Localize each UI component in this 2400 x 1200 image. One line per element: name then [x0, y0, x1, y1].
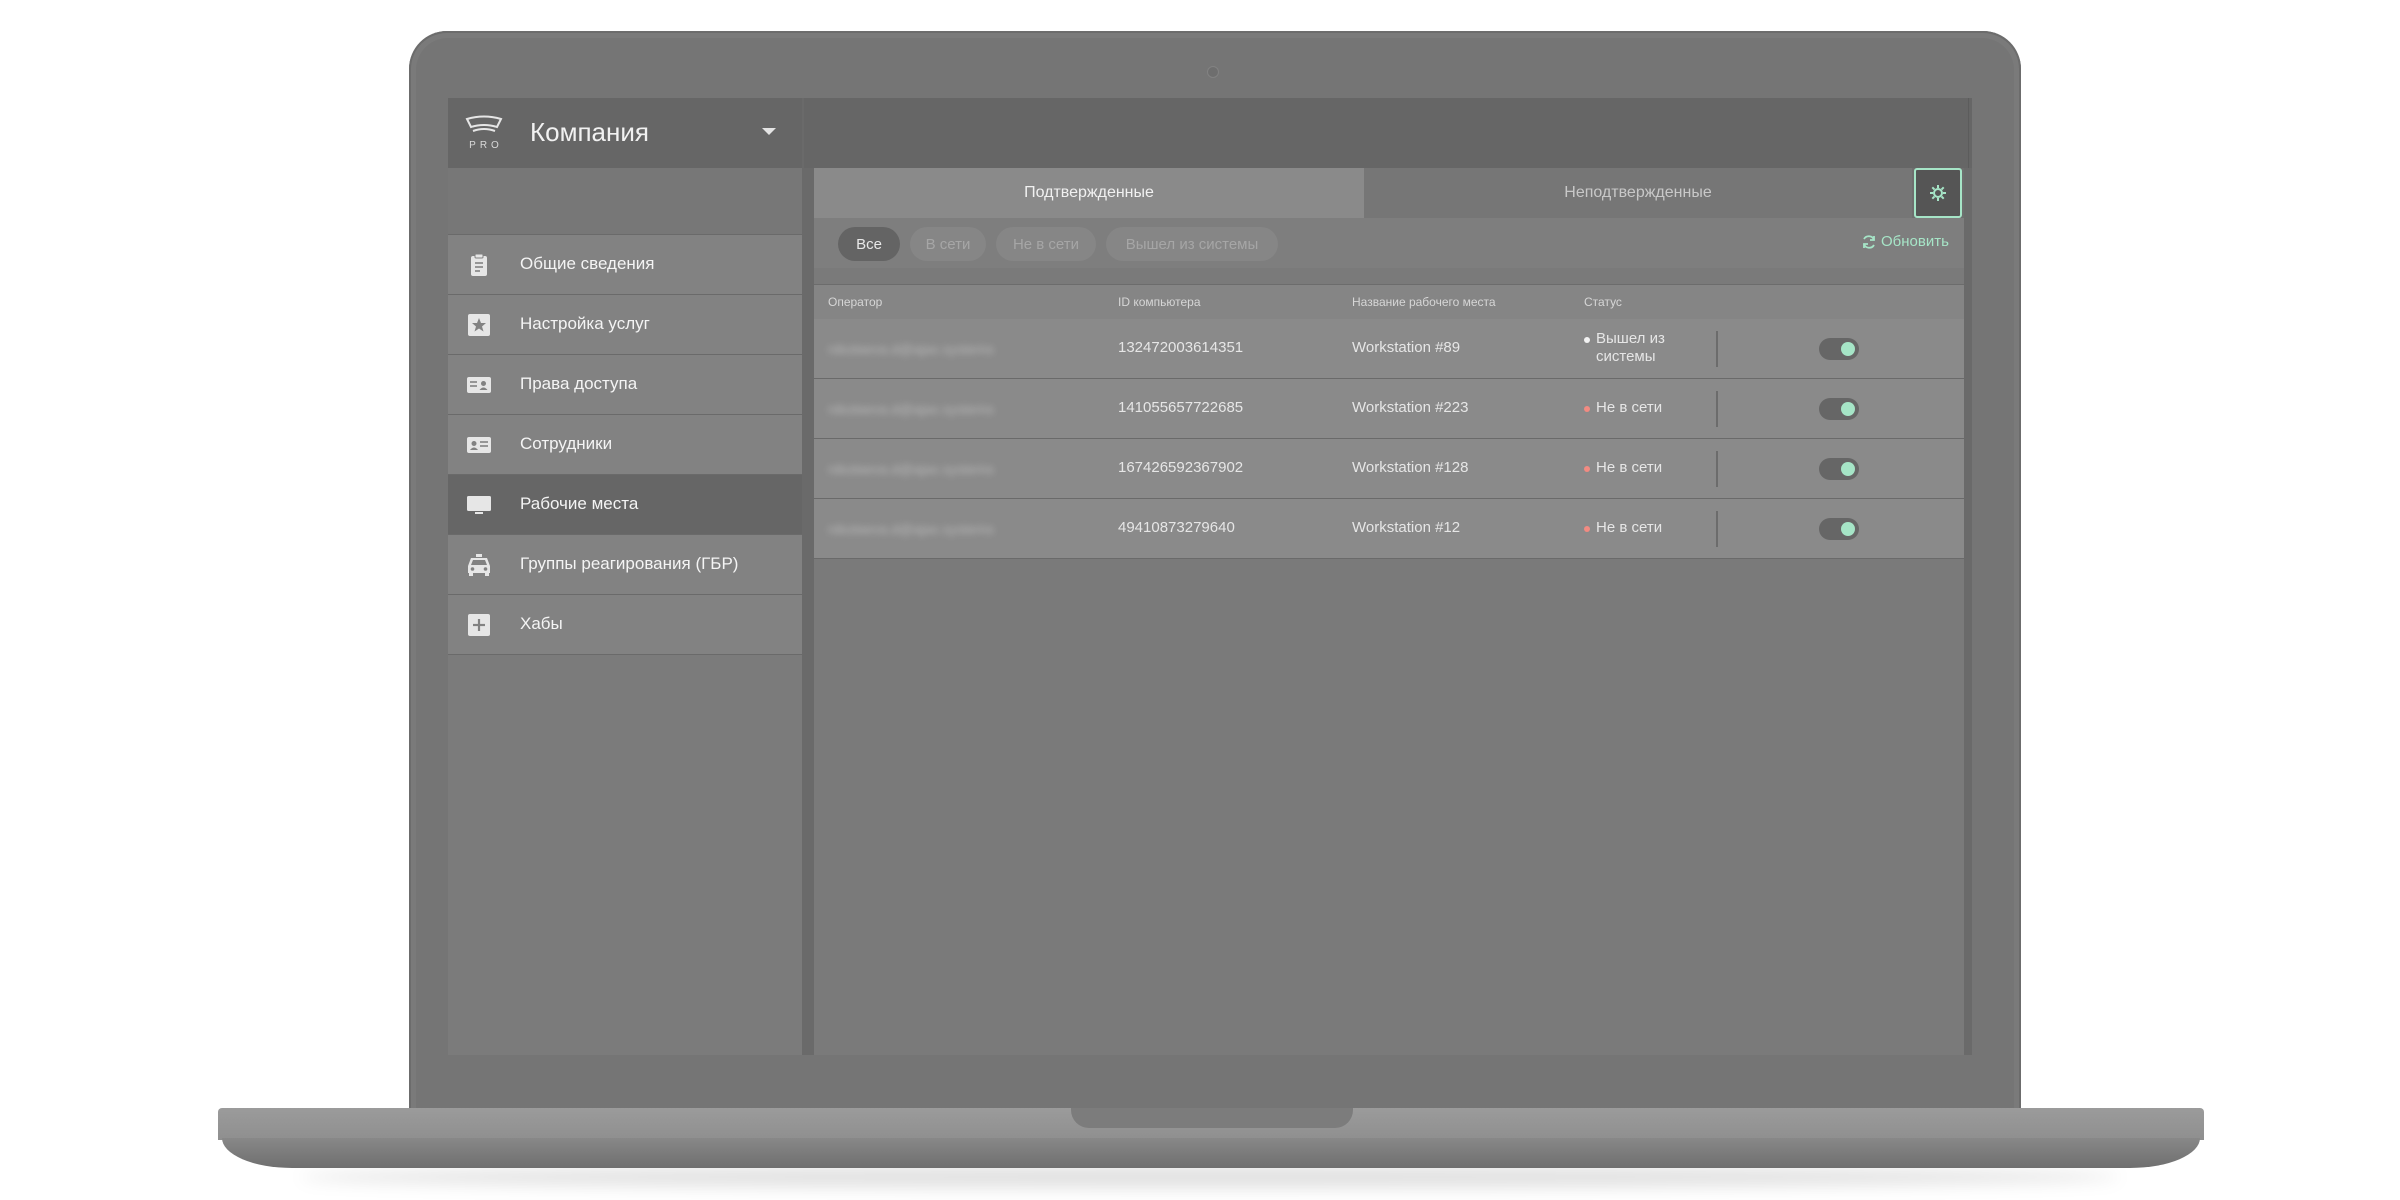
car-icon [466, 552, 492, 578]
operator-email: nikolaeva.d@ajax.systems [828, 401, 994, 417]
sidebar-item-7[interactable]: Хабы [448, 594, 802, 655]
laptop-notch [1071, 1108, 1353, 1128]
sidebar-item-3[interactable]: Права доступа [448, 354, 802, 414]
tab-confirmed[interactable]: Подтвержденные [814, 168, 1364, 218]
filter-offline[interactable]: Не в сети [996, 227, 1096, 261]
sidebar-item-label: Рабочие места [520, 494, 639, 513]
workstation-toggle[interactable] [1819, 398, 1859, 420]
status-dot [1584, 526, 1590, 532]
column-divider [1716, 451, 1718, 487]
header-computer-id: ID компьютера [1118, 295, 1201, 309]
table-header: Оператор ID компьютера Название рабочего… [814, 284, 1964, 320]
computer-id: 132472003614351 [1118, 339, 1244, 356]
sidebar-item-4[interactable]: Сотрудники [448, 414, 802, 474]
column-divider [1716, 391, 1718, 427]
workstation-name: Workstation #128 [1352, 459, 1469, 476]
toggle-knob [1841, 402, 1855, 416]
toggle-knob [1841, 342, 1855, 356]
plus-square-icon [466, 612, 492, 638]
status-text: Вышел из системы [1596, 330, 1665, 366]
filter-logged-out[interactable]: Вышел из системы [1106, 227, 1278, 261]
operator-email: nikolaeva.d@ajax.systems [828, 341, 994, 357]
table-row[interactable]: nikolaeva.d@ajax.systems 49410873279640 Wo… [814, 499, 1964, 559]
company-name: Компания [530, 117, 649, 147]
refresh-button[interactable]: Обновить [1861, 233, 1949, 250]
sidebar-item-label: Настройка услуг [520, 314, 650, 333]
topbar-divider [1968, 98, 1969, 168]
computer-id: 49410873279640 [1118, 519, 1235, 536]
sidebar-item-2[interactable]: Настройка услуг [448, 294, 802, 354]
sidebar-item-label: Группы реагирования (ГБР) [520, 554, 739, 573]
status-filters: Все В сети Не в сети Вышел из системы Об… [814, 218, 1964, 268]
filter-online[interactable]: В сети [910, 227, 986, 261]
status-line-2: системы [1596, 348, 1656, 365]
column-divider [1716, 511, 1718, 547]
status-line-1: Вышел из [1596, 330, 1665, 347]
table-row[interactable]: nikolaeva.d@ajax.systems 167426592367902 W… [814, 439, 1964, 499]
contact-card-icon [466, 432, 492, 458]
logo-icon [465, 115, 503, 132]
computer-id: 167426592367902 [1118, 459, 1244, 476]
toggle-knob [1841, 522, 1855, 536]
laptop-base-bottom [222, 1138, 2200, 1168]
column-divider [1716, 331, 1718, 367]
sidebar-item-label: Права доступа [520, 374, 638, 393]
status-dot [1584, 466, 1590, 472]
star-icon [466, 312, 492, 338]
id-card-icon [466, 372, 492, 398]
workstations-panel: Подтвержденные Неподтвержденные Все В се… [814, 168, 1964, 1055]
sidebar-spacer [448, 168, 802, 234]
logo-text: PRO [469, 140, 503, 151]
status-line-1: Не в сети [1596, 519, 1663, 536]
status-text: Не в сети [1596, 459, 1662, 477]
settings-button[interactable] [1914, 168, 1962, 218]
status-text: Не в сети [1596, 399, 1662, 417]
status-line-1: Не в сети [1596, 399, 1663, 416]
gear-icon [1930, 185, 1946, 201]
header-status: Статус [1584, 295, 1622, 309]
sidebar: PRO Компания Общие сведения Настройка усл… [448, 98, 802, 1055]
sidebar-item-6[interactable]: Группы реагирования (ГБР) [448, 534, 802, 594]
operator-email: nikolaeva.d@ajax.systems [828, 521, 994, 537]
workstation-name: Workstation #223 [1352, 399, 1469, 416]
refresh-icon [1863, 234, 1875, 249]
computer-id: 141055657722685 [1118, 399, 1244, 416]
status-dot [1584, 406, 1590, 412]
chevron-down-icon[interactable] [762, 128, 776, 135]
sidebar-item-5[interactable]: Рабочие места [448, 474, 802, 534]
sidebar-item-1[interactable]: Общие сведения [448, 234, 802, 294]
tabs: Подтвержденные Неподтвержденные [814, 168, 1964, 218]
filter-all[interactable]: Все [838, 227, 900, 261]
status-line-1: Не в сети [1596, 459, 1663, 476]
refresh-label: Обновить [1881, 233, 1949, 250]
camera-icon [1207, 66, 1219, 78]
sidebar-menu: Общие сведения Настройка услуг Права досту… [448, 234, 802, 655]
sidebar-item-label: Сотрудники [520, 434, 613, 453]
status-text: Не в сети [1596, 519, 1662, 537]
operator-email: nikolaeva.d@ajax.systems [828, 461, 994, 477]
table-row[interactable]: nikolaeva.d@ajax.systems 132472003614351 W… [814, 319, 1964, 379]
company-selector[interactable]: PRO Компания [448, 98, 802, 168]
workstations-table: nikolaeva.d@ajax.systems 132472003614351 W… [814, 319, 1964, 559]
top-bar [804, 98, 1972, 168]
workstation-toggle[interactable] [1819, 338, 1859, 360]
workstation-toggle[interactable] [1819, 458, 1859, 480]
tab-unconfirmed[interactable]: Неподтвержденные [1364, 168, 1912, 218]
monitor-icon [466, 492, 492, 518]
sidebar-item-label: Общие сведения [520, 254, 655, 273]
workstation-name: Workstation #89 [1352, 339, 1461, 356]
laptop-shadow [300, 1166, 2120, 1188]
table-row[interactable]: nikolaeva.d@ajax.systems 141055657722685 W… [814, 379, 1964, 439]
workstation-toggle[interactable] [1819, 518, 1859, 540]
status-dot [1584, 337, 1590, 343]
sidebar-item-label: Хабы [520, 614, 563, 633]
toggle-knob [1841, 462, 1855, 476]
header-operator: Оператор [828, 295, 883, 309]
workstation-name: Workstation #12 [1352, 519, 1461, 536]
header-workstation: Название рабочего места [1352, 295, 1496, 309]
app-screen: PRO Компания Общие сведения Настройка усл… [448, 98, 1972, 1055]
clipboard-icon [466, 252, 492, 278]
filters-separator [814, 268, 1964, 284]
